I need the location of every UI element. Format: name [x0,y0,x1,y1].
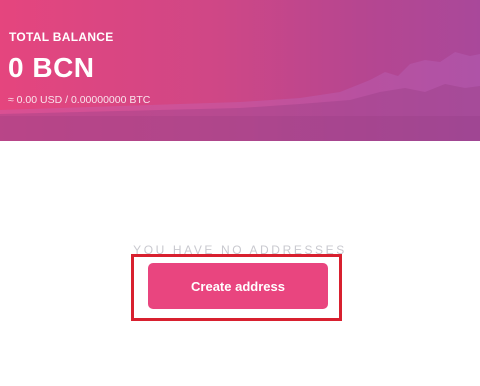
balance-header: TOTAL BALANCE 0 BCN ≈ 0.00 USD / 0.00000… [0,0,480,141]
create-address-button[interactable]: Create address [148,263,328,309]
total-balance-value: 0 BCN [8,52,95,83]
balance-conversion: ≈ 0.00 USD / 0.00000000 BTC [8,94,151,106]
no-addresses-message: YOU HAVE NO ADDRESSES [133,243,347,254]
total-balance-label: TOTAL BALANCE [9,30,114,44]
